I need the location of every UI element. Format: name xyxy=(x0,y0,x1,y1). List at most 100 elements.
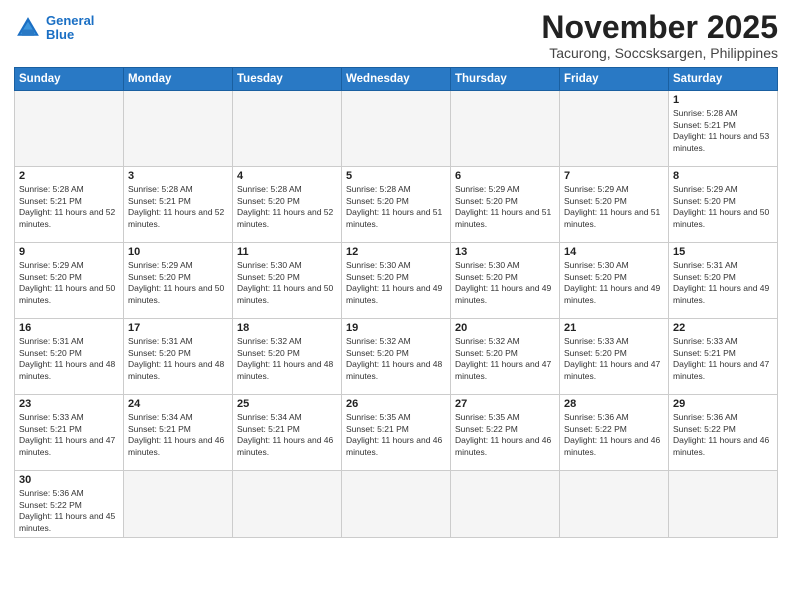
calendar-cell: 6 Sunrise: 5:29 AMSunset: 5:20 PMDaylight… xyxy=(451,167,560,243)
day-info: Sunrise: 5:36 AMSunset: 5:22 PMDaylight:… xyxy=(19,488,119,534)
day-info: Sunrise: 5:28 AMSunset: 5:21 PMDaylight:… xyxy=(128,184,228,230)
calendar-cell: 23 Sunrise: 5:33 AMSunset: 5:21 PMDayligh… xyxy=(15,395,124,471)
calendar-week-row: 23 Sunrise: 5:33 AMSunset: 5:21 PMDayligh… xyxy=(15,395,778,471)
calendar-cell xyxy=(233,91,342,167)
calendar-cell: 18 Sunrise: 5:32 AMSunset: 5:20 PMDayligh… xyxy=(233,319,342,395)
day-number: 9 xyxy=(19,246,119,258)
day-info: Sunrise: 5:30 AMSunset: 5:20 PMDaylight:… xyxy=(346,260,446,306)
day-number: 25 xyxy=(237,398,337,410)
day-number: 12 xyxy=(346,246,446,258)
day-number: 14 xyxy=(564,246,664,258)
day-number: 6 xyxy=(455,170,555,182)
day-info: Sunrise: 5:31 AMSunset: 5:20 PMDaylight:… xyxy=(673,260,773,306)
calendar-cell: 10 Sunrise: 5:29 AMSunset: 5:20 PMDayligh… xyxy=(124,243,233,319)
calendar-cell xyxy=(669,471,778,538)
col-thursday: Thursday xyxy=(451,68,560,91)
calendar-header-row: Sunday Monday Tuesday Wednesday Thursday… xyxy=(15,68,778,91)
day-info: Sunrise: 5:29 AMSunset: 5:20 PMDaylight:… xyxy=(673,184,773,230)
calendar-cell: 27 Sunrise: 5:35 AMSunset: 5:22 PMDayligh… xyxy=(451,395,560,471)
day-info: Sunrise: 5:35 AMSunset: 5:21 PMDaylight:… xyxy=(346,412,446,458)
calendar-cell xyxy=(560,471,669,538)
day-info: Sunrise: 5:31 AMSunset: 5:20 PMDaylight:… xyxy=(19,336,119,382)
calendar-cell xyxy=(451,91,560,167)
day-info: Sunrise: 5:32 AMSunset: 5:20 PMDaylight:… xyxy=(237,336,337,382)
month-title: November 2025 xyxy=(541,10,778,45)
day-info: Sunrise: 5:30 AMSunset: 5:20 PMDaylight:… xyxy=(455,260,555,306)
calendar-cell: 20 Sunrise: 5:32 AMSunset: 5:20 PMDayligh… xyxy=(451,319,560,395)
logo-icon xyxy=(14,14,42,42)
calendar-cell: 3 Sunrise: 5:28 AMSunset: 5:21 PMDaylight… xyxy=(124,167,233,243)
calendar-cell: 24 Sunrise: 5:34 AMSunset: 5:21 PMDayligh… xyxy=(124,395,233,471)
day-info: Sunrise: 5:29 AMSunset: 5:20 PMDaylight:… xyxy=(564,184,664,230)
calendar-week-row: 16 Sunrise: 5:31 AMSunset: 5:20 PMDayligh… xyxy=(15,319,778,395)
calendar-cell: 1Sunrise: 5:28 AMSunset: 5:21 PMDaylight… xyxy=(669,91,778,167)
col-monday: Monday xyxy=(124,68,233,91)
day-info: Sunrise: 5:29 AMSunset: 5:20 PMDaylight:… xyxy=(455,184,555,230)
calendar-cell: 12 Sunrise: 5:30 AMSunset: 5:20 PMDayligh… xyxy=(342,243,451,319)
day-info: Sunrise: 5:28 AMSunset: 5:21 PMDaylight:… xyxy=(673,108,773,154)
day-info: Sunrise: 5:29 AMSunset: 5:20 PMDaylight:… xyxy=(19,260,119,306)
day-number: 8 xyxy=(673,170,773,182)
day-number: 16 xyxy=(19,322,119,334)
col-friday: Friday xyxy=(560,68,669,91)
day-number: 4 xyxy=(237,170,337,182)
day-info: Sunrise: 5:28 AMSunset: 5:20 PMDaylight:… xyxy=(346,184,446,230)
day-number: 23 xyxy=(19,398,119,410)
day-info: Sunrise: 5:33 AMSunset: 5:21 PMDaylight:… xyxy=(19,412,119,458)
calendar-cell: 5 Sunrise: 5:28 AMSunset: 5:20 PMDaylight… xyxy=(342,167,451,243)
calendar-cell xyxy=(342,471,451,538)
calendar-cell: 21Sunrise: 5:33 AMSunset: 5:20 PMDayligh… xyxy=(560,319,669,395)
day-info: Sunrise: 5:32 AMSunset: 5:20 PMDaylight:… xyxy=(455,336,555,382)
day-info: Sunrise: 5:29 AMSunset: 5:20 PMDaylight:… xyxy=(128,260,228,306)
day-number: 21 xyxy=(564,322,664,334)
day-number: 11 xyxy=(237,246,337,258)
location-title: Tacurong, Soccsksargen, Philippines xyxy=(541,45,778,61)
calendar-cell: 17Sunrise: 5:31 AMSunset: 5:20 PMDayligh… xyxy=(124,319,233,395)
calendar-week-row: 1Sunrise: 5:28 AMSunset: 5:21 PMDaylight… xyxy=(15,91,778,167)
day-info: Sunrise: 5:36 AMSunset: 5:22 PMDaylight:… xyxy=(564,412,664,458)
col-tuesday: Tuesday xyxy=(233,68,342,91)
logo-text: General Blue xyxy=(46,14,94,43)
calendar-week-row: 9 Sunrise: 5:29 AMSunset: 5:20 PMDaylight… xyxy=(15,243,778,319)
day-info: Sunrise: 5:35 AMSunset: 5:22 PMDaylight:… xyxy=(455,412,555,458)
day-number: 26 xyxy=(346,398,446,410)
day-info: Sunrise: 5:30 AMSunset: 5:20 PMDaylight:… xyxy=(237,260,337,306)
calendar-cell: 4 Sunrise: 5:28 AMSunset: 5:20 PMDaylight… xyxy=(233,167,342,243)
day-number: 5 xyxy=(346,170,446,182)
day-info: Sunrise: 5:36 AMSunset: 5:22 PMDaylight:… xyxy=(673,412,773,458)
day-info: Sunrise: 5:32 AMSunset: 5:20 PMDaylight:… xyxy=(346,336,446,382)
day-info: Sunrise: 5:28 AMSunset: 5:20 PMDaylight:… xyxy=(237,184,337,230)
calendar-cell: 29 Sunrise: 5:36 AMSunset: 5:22 PMDayligh… xyxy=(669,395,778,471)
day-number: 27 xyxy=(455,398,555,410)
day-info: Sunrise: 5:31 AMSunset: 5:20 PMDaylight:… xyxy=(128,336,228,382)
calendar-cell: 9 Sunrise: 5:29 AMSunset: 5:20 PMDaylight… xyxy=(15,243,124,319)
day-number: 20 xyxy=(455,322,555,334)
day-number: 24 xyxy=(128,398,228,410)
day-info: Sunrise: 5:28 AMSunset: 5:21 PMDaylight:… xyxy=(19,184,119,230)
title-block: November 2025 Tacurong, Soccsksargen, Ph… xyxy=(541,10,778,61)
day-number: 10 xyxy=(128,246,228,258)
logo: General Blue xyxy=(14,14,94,43)
calendar-cell: 15Sunrise: 5:31 AMSunset: 5:20 PMDayligh… xyxy=(669,243,778,319)
calendar-cell xyxy=(124,91,233,167)
calendar-cell: 14 Sunrise: 5:30 AMSunset: 5:20 PMDayligh… xyxy=(560,243,669,319)
page: General Blue November 2025 Tacurong, Soc… xyxy=(0,0,792,612)
col-sunday: Sunday xyxy=(15,68,124,91)
calendar-cell xyxy=(124,471,233,538)
calendar-week-row: 2 Sunrise: 5:28 AMSunset: 5:21 PMDaylight… xyxy=(15,167,778,243)
day-number: 2 xyxy=(19,170,119,182)
calendar-cell xyxy=(560,91,669,167)
calendar-cell: 11 Sunrise: 5:30 AMSunset: 5:20 PMDayligh… xyxy=(233,243,342,319)
calendar-cell xyxy=(15,91,124,167)
calendar-cell: 26 Sunrise: 5:35 AMSunset: 5:21 PMDayligh… xyxy=(342,395,451,471)
day-number: 30 xyxy=(19,474,119,486)
day-info: Sunrise: 5:30 AMSunset: 5:20 PMDaylight:… xyxy=(564,260,664,306)
calendar-cell: 16 Sunrise: 5:31 AMSunset: 5:20 PMDayligh… xyxy=(15,319,124,395)
day-info: Sunrise: 5:34 AMSunset: 5:21 PMDaylight:… xyxy=(128,412,228,458)
day-number: 29 xyxy=(673,398,773,410)
day-number: 3 xyxy=(128,170,228,182)
day-number: 18 xyxy=(237,322,337,334)
calendar-cell: 8 Sunrise: 5:29 AMSunset: 5:20 PMDaylight… xyxy=(669,167,778,243)
day-number: 13 xyxy=(455,246,555,258)
calendar-table: Sunday Monday Tuesday Wednesday Thursday… xyxy=(14,67,778,538)
